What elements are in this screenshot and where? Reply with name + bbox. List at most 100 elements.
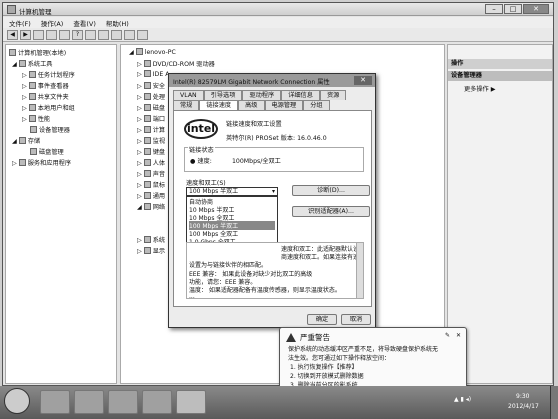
device-item[interactable]: ▷ 鼠标	[137, 180, 165, 189]
properties-icon[interactable]	[59, 29, 70, 40]
maximize-button[interactable]: □	[504, 4, 522, 14]
tree-item-local-users[interactable]: ▷ 本地用户和组	[22, 103, 75, 112]
actions-section[interactable]: 设备管理器	[448, 71, 552, 81]
close-button[interactable]: ✕	[523, 4, 549, 14]
back-icon[interactable]: ◀	[7, 29, 18, 40]
device-item[interactable]: ▷ 系统	[137, 235, 165, 244]
device-item[interactable]: ▷ 计算	[137, 125, 165, 134]
tab-vlan[interactable]: VLAN	[173, 90, 204, 100]
computer-management-taskbar-icon[interactable]	[176, 390, 206, 414]
warning-line[interactable]: 2. 切换到开放模式删除数据	[290, 371, 364, 380]
intel-logo: intel	[184, 119, 218, 139]
tab-resources[interactable]: 资源	[319, 90, 347, 100]
warning-title: 严重警告	[300, 333, 330, 342]
tab-driver[interactable]: 驱动程序	[242, 90, 282, 100]
pin-icon[interactable]: ✎	[445, 332, 450, 339]
device-item[interactable]: ▷ 处理	[137, 92, 165, 101]
description-scrollbar[interactable]	[356, 243, 363, 298]
diagnose-button[interactable]: 诊断(D)...	[292, 185, 370, 196]
link-speed-panel: intel 链接速度和双工设置 英特尔(R) PROSet 版本: 16.0.4…	[173, 110, 372, 307]
navigation-tree: 计算机管理(本地) ◢ 系统工具 ▷ 任务计划程序 ▷ 事件查看器 ▷ 共享文件…	[5, 44, 117, 384]
taskbar: ▲ ▮ ◂) 9:30 2012/4/17	[0, 386, 558, 419]
computer-icon	[143, 126, 151, 133]
tree-item-shared-folders[interactable]: ▷ 共享文件夹	[22, 92, 69, 101]
device-item[interactable]: ▷ 声音	[137, 169, 165, 178]
help-icon[interactable]: ?	[72, 29, 83, 40]
warning-line[interactable]: 1. 执行恢复操作【推荐】	[290, 362, 358, 371]
explorer-icon[interactable]	[74, 390, 104, 414]
speed-duplex-select[interactable]: 100 Mbps 半双工 ▾	[186, 187, 278, 196]
tab-link-speed[interactable]: 链接速度	[199, 100, 239, 110]
tree-item-event-viewer[interactable]: ▷ 事件查看器	[22, 81, 69, 90]
disable-icon[interactable]	[137, 29, 148, 40]
actions-header: 操作	[448, 59, 552, 69]
menu-action[interactable]: 操作(A)	[41, 18, 64, 28]
tree-item-system-tools[interactable]: ◢ 系统工具	[12, 59, 52, 68]
ide-icon	[143, 70, 151, 77]
tab-row-back: VLAN 引导选项 驱动程序 详细信息 资源	[173, 90, 347, 100]
tab-details[interactable]: 详细信息	[281, 90, 320, 100]
app-icon[interactable]	[142, 390, 172, 414]
device-item[interactable]: ▷ 安全	[137, 81, 165, 90]
desc-line: 温度： 如果适配器配备有温度传感器，则显示温度状态。	[189, 287, 341, 294]
tree-item-services[interactable]: ▷ 服务和应用程序	[12, 158, 71, 167]
tab-teaming[interactable]: 分组	[303, 100, 330, 110]
ok-button[interactable]: 确定	[307, 314, 337, 325]
device-item[interactable]: ▷ IDE A	[137, 70, 169, 78]
tab-power-management[interactable]: 电源管理	[264, 100, 304, 110]
device-item[interactable]: ▷ 磁盘	[137, 103, 165, 112]
clock-time[interactable]: 9:30	[516, 393, 529, 400]
tree-item-performance[interactable]: ▷ 性能	[22, 114, 50, 123]
usb-icon	[143, 192, 151, 199]
device-item[interactable]: ▷ 人体	[137, 158, 165, 167]
identify-adapter-button[interactable]: 识别适配器(A)...	[292, 206, 370, 217]
speed-label: ● 速度:	[190, 158, 212, 165]
show-desktop-button[interactable]	[550, 386, 558, 419]
device-item[interactable]: ▷ 键盘	[137, 147, 165, 156]
tree-item-storage[interactable]: ◢ 存储	[12, 136, 40, 145]
tray-icons[interactable]: ▲ ▮ ◂)	[454, 396, 471, 403]
computer-icon	[9, 49, 16, 56]
more-actions-link[interactable]: 更多操作 ▶	[464, 84, 495, 93]
device-icon	[30, 126, 37, 133]
warning-icon	[286, 333, 296, 342]
tree-item-disk-management[interactable]: 磁盘管理	[30, 147, 64, 156]
tree-item-task-scheduler[interactable]: ▷ 任务计划程序	[22, 70, 75, 79]
up-icon[interactable]	[33, 29, 44, 40]
proset-version: 英特尔(R) PROSet 版本: 16.0.46.0	[226, 135, 327, 142]
menu-file[interactable]: 文件(F)	[9, 18, 31, 28]
dialog-close-button[interactable]: ✕	[354, 76, 372, 85]
clock-date[interactable]: 2012/4/17	[508, 403, 539, 410]
tab-general[interactable]: 常规	[173, 100, 200, 110]
menu-help[interactable]: 帮助(H)	[106, 18, 129, 28]
device-item[interactable]: ▷ 显示	[137, 246, 165, 255]
cancel-button[interactable]: 取消	[341, 314, 371, 325]
tab-boot-options[interactable]: 引导选项	[203, 90, 243, 100]
console-icon[interactable]	[85, 29, 96, 40]
panel-heading: 链接速度和双工设置	[226, 121, 282, 128]
start-button[interactable]	[4, 388, 30, 414]
tree-item-computer-management[interactable]: 计算机管理(本地)	[9, 48, 66, 57]
duplex-label: 速度和双工(S)	[186, 180, 226, 187]
media-player-icon[interactable]	[108, 390, 138, 414]
forward-icon[interactable]: ▶	[20, 29, 31, 40]
device-item[interactable]: ◢ 网络	[137, 202, 165, 211]
show-tree-icon[interactable]	[46, 29, 57, 40]
ie-icon[interactable]	[40, 390, 70, 414]
menu-view[interactable]: 查看(V)	[73, 18, 96, 28]
close-icon[interactable]: ✕	[456, 332, 461, 339]
users-icon	[28, 104, 36, 111]
clock-icon	[28, 71, 36, 78]
window-title: 计算机管理	[19, 8, 52, 16]
minimize-button[interactable]: –	[485, 4, 503, 14]
device-item[interactable]: ▷ 通用	[137, 191, 165, 200]
update-driver-icon[interactable]	[111, 29, 122, 40]
device-item[interactable]: ▷ DVD/CD-ROM 驱动器	[137, 59, 215, 68]
uninstall-icon[interactable]	[124, 29, 135, 40]
scan-icon[interactable]	[98, 29, 109, 40]
tab-advanced[interactable]: 高级	[238, 100, 265, 110]
device-item[interactable]: ▷ 监视	[137, 136, 165, 145]
tree-item-device-manager[interactable]: 设备管理器	[30, 125, 70, 134]
device-root[interactable]: ◢ lenovo-PC	[129, 48, 176, 56]
device-item[interactable]: ▷ 端口	[137, 114, 165, 123]
